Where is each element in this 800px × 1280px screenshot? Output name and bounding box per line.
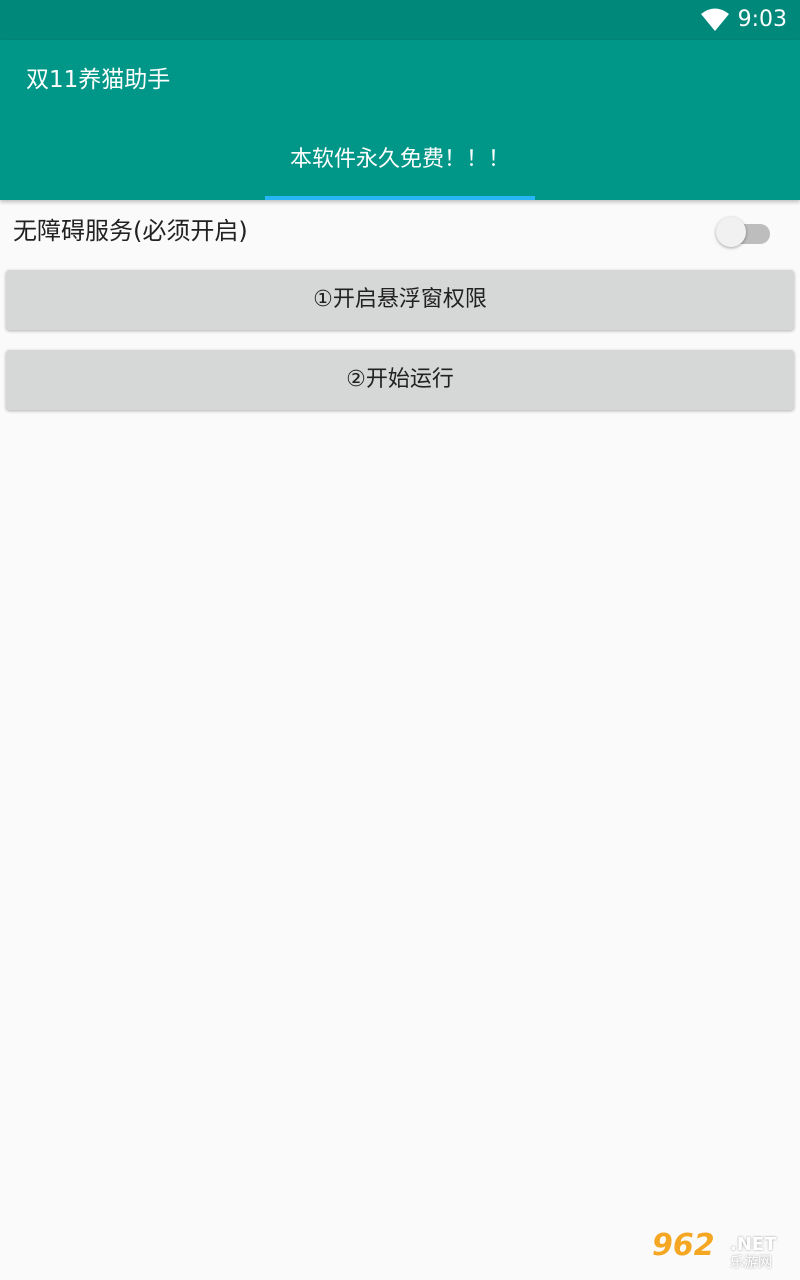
watermark-suffix: .NET (730, 1234, 777, 1255)
accessibility-service-row: 无障碍服务(必须开启) (0, 200, 800, 262)
switch-thumb (716, 217, 746, 247)
accessibility-service-label: 无障碍服务(必须开启) (13, 217, 248, 245)
tab-label: 本软件永久免费！！！ (289, 147, 510, 172)
tab-free-notice[interactable]: 本软件永久免费！！！ (265, 132, 535, 200)
open-overlay-permission-button[interactable]: ①开启悬浮窗权限 (6, 270, 794, 330)
app-bar: 双11养猫助手 本软件永久免费！！！ (0, 40, 800, 200)
site-watermark: 962 .NET 乐游网 (652, 1230, 792, 1274)
start-running-button[interactable]: ②开始运行 (6, 350, 794, 410)
status-time: 9:03 (737, 7, 787, 32)
watermark-logo: 962 (652, 1228, 715, 1263)
watermark-site: 乐游网 (730, 1255, 772, 1271)
status-bar: 9:03 (0, 0, 800, 40)
wifi-icon (701, 8, 729, 31)
accessibility-service-switch[interactable] (714, 214, 774, 248)
app-title: 双11养猫助手 (26, 67, 171, 93)
